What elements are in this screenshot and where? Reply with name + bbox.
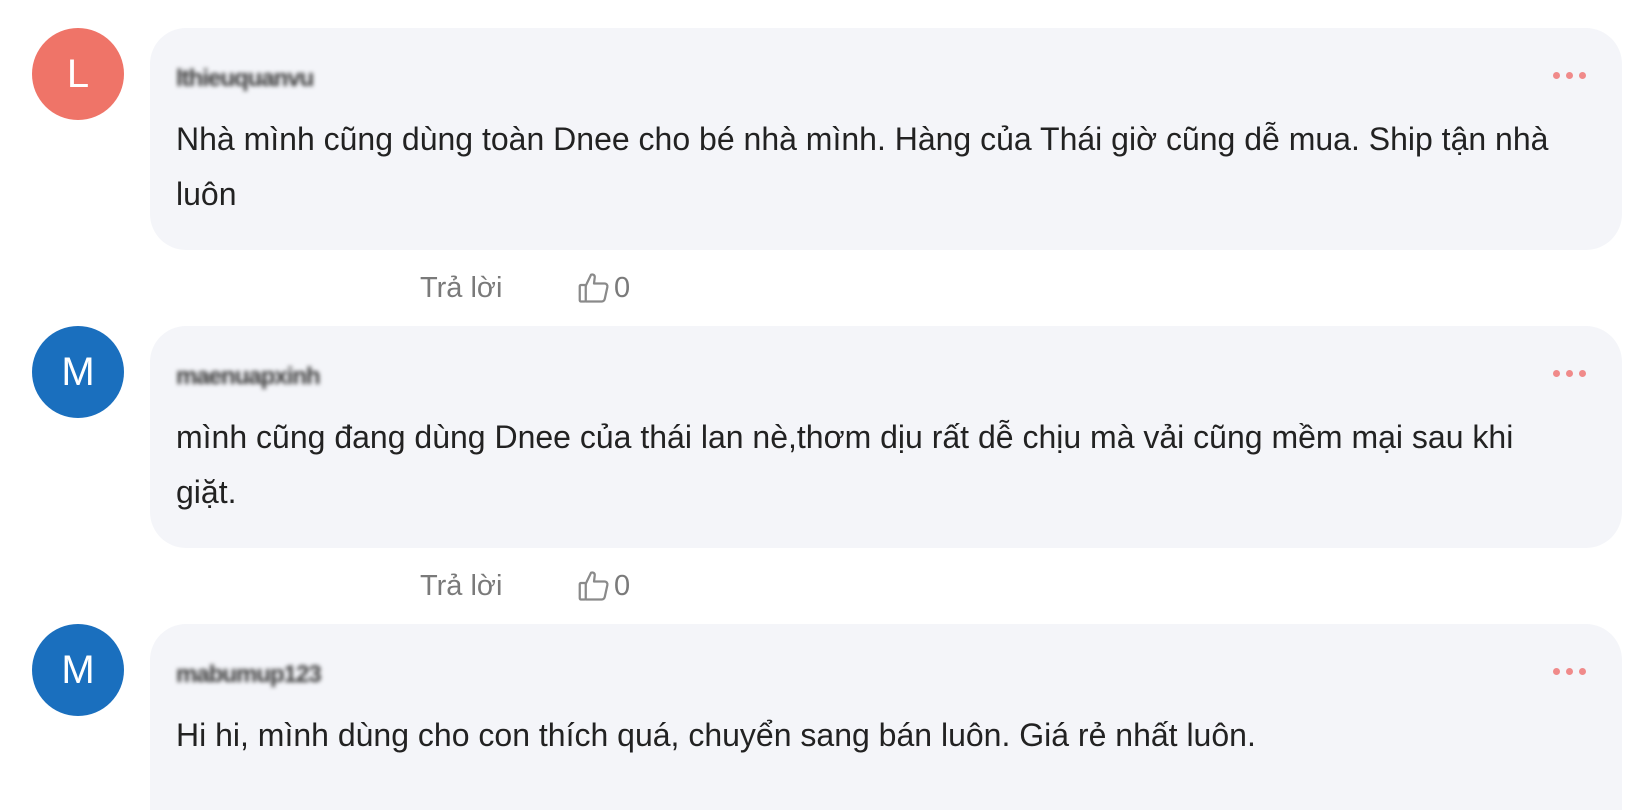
avatar[interactable]: M: [32, 326, 124, 418]
comment-username[interactable]: lthieuquanvu: [176, 64, 314, 94]
like-button[interactable]: 0: [576, 568, 630, 604]
thumbs-up-icon: [578, 571, 609, 601]
comment-text: Nhà mình cũng dùng toàn Dnee cho bé nhà …: [176, 121, 1549, 212]
comment-actions: Trả lời 0: [0, 568, 700, 604]
comment-text: Hi hi, mình dùng cho con thích quá, chuy…: [176, 717, 1256, 753]
more-dots-icon[interactable]: [1553, 668, 1586, 675]
comment-bubble: maenuapxinh mình cũng đang dùng Dnee của…: [150, 326, 1622, 548]
more-dots-icon[interactable]: [1553, 370, 1586, 377]
avatar[interactable]: M: [32, 624, 124, 716]
comment-bubble: lthieuquanvu Nhà mình cũng dùng toàn Dne…: [150, 28, 1622, 250]
reply-button[interactable]: Trả lời: [420, 270, 502, 306]
like-count: 0: [614, 272, 631, 304]
comment-list: L lthieuquanvu Nhà mình cũng dùng toàn D…: [0, 0, 1650, 810]
comment-username[interactable]: mabumup123: [176, 660, 322, 690]
comment-bubble: mabumup123 Hi hi, mình dùng cho con thíc…: [150, 624, 1622, 810]
more-dots-icon[interactable]: [1553, 72, 1586, 79]
avatar[interactable]: L: [32, 28, 124, 120]
reply-button[interactable]: Trả lời: [420, 568, 502, 604]
comment-actions: Trả lời 0: [0, 270, 700, 306]
like-count: 0: [614, 570, 631, 602]
comment-text: mình cũng đang dùng Dnee của thái lan nè…: [176, 419, 1514, 510]
like-button[interactable]: 0: [576, 270, 630, 306]
comment-username[interactable]: maenuapxinh: [176, 362, 321, 392]
thumbs-up-icon: [578, 273, 609, 303]
